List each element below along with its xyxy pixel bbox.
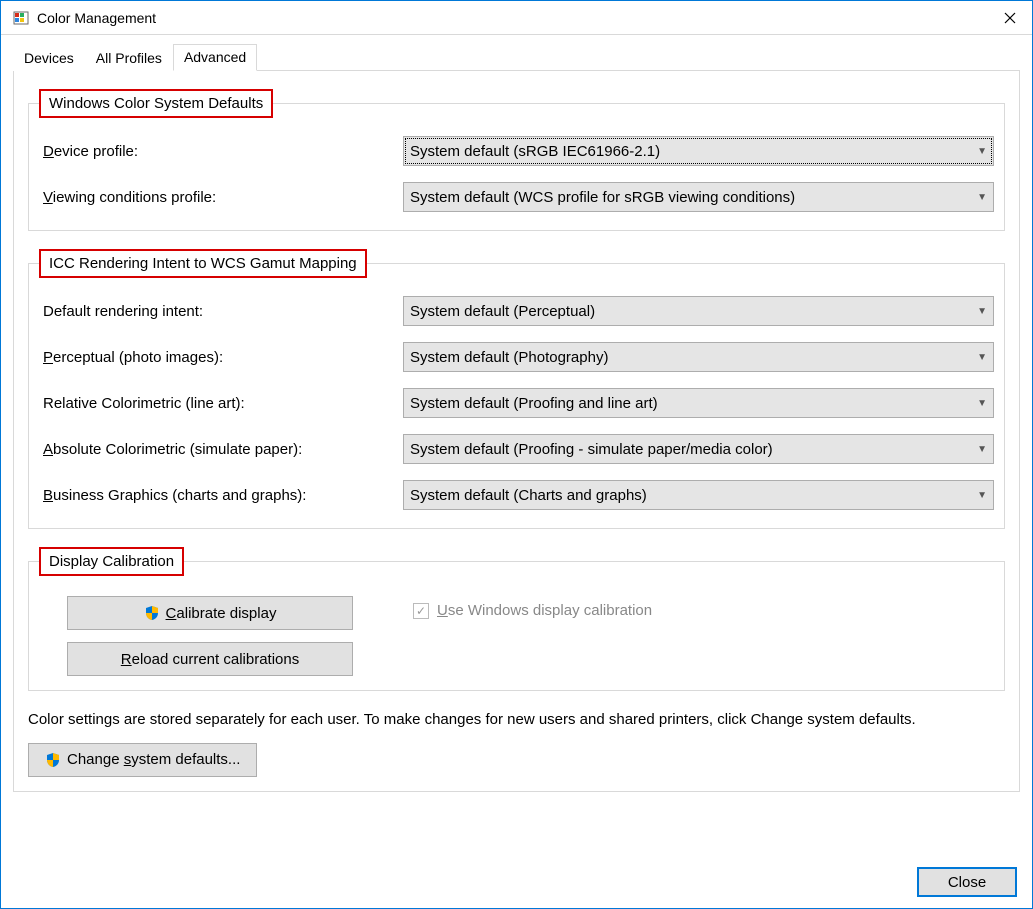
chevron-down-icon: ▼	[977, 146, 987, 157]
chevron-down-icon: ▼	[977, 490, 987, 501]
label-relative-colorimetric: Relative Colorimetric (line art):	[43, 395, 403, 412]
combo-business-graphics[interactable]: System default (Charts and graphs) ▼	[403, 480, 994, 510]
shield-icon	[45, 752, 61, 768]
legend-display-calibration: Display Calibration	[39, 547, 184, 576]
dialog-button-bar: Close	[917, 867, 1017, 897]
reload-calibrations-button[interactable]: Reload current calibrations	[67, 642, 353, 676]
shield-icon	[144, 605, 160, 621]
use-windows-calibration-checkbox: ✓ Use Windows display calibration	[413, 602, 652, 619]
combo-default-intent[interactable]: System default (Perceptual) ▼	[403, 296, 994, 326]
chevron-down-icon: ▼	[977, 192, 987, 203]
group-icc-mapping: ICC Rendering Intent to WCS Gamut Mappin…	[28, 249, 1005, 529]
close-button[interactable]: Close	[917, 867, 1017, 897]
tab-all-profiles[interactable]: All Profiles	[85, 45, 173, 71]
app-icon	[13, 10, 29, 26]
footer-help-text: Color settings are stored separately for…	[28, 709, 1005, 731]
tab-devices[interactable]: Devices	[13, 45, 85, 71]
combo-device-profile[interactable]: System default (sRGB IEC61966-2.1) ▼	[403, 136, 994, 166]
chevron-down-icon: ▼	[977, 352, 987, 363]
legend-icc-mapping: ICC Rendering Intent to WCS Gamut Mappin…	[39, 249, 367, 278]
label-business-graphics: Business Graphics (charts and graphs):	[43, 487, 403, 504]
legend-wcs-defaults: Windows Color System Defaults	[39, 89, 273, 118]
change-system-defaults-button[interactable]: Change system defaults...	[28, 743, 257, 777]
combo-viewing-conditions[interactable]: System default (WCS profile for sRGB vie…	[403, 182, 994, 212]
group-wcs-defaults: Windows Color System Defaults Device pro…	[28, 89, 1005, 231]
combo-relative-colorimetric[interactable]: System default (Proofing and line art) ▼	[403, 388, 994, 418]
titlebar: Color Management	[1, 1, 1032, 35]
label-device-profile: Device profile:	[43, 143, 403, 160]
tab-row: Devices All Profiles Advanced	[13, 43, 1020, 71]
content-area: Devices All Profiles Advanced Windows Co…	[1, 35, 1032, 804]
combo-perceptual[interactable]: System default (Photography) ▼	[403, 342, 994, 372]
chevron-down-icon: ▼	[977, 444, 987, 455]
combo-absolute-colorimetric[interactable]: System default (Proofing - simulate pape…	[403, 434, 994, 464]
tab-advanced[interactable]: Advanced	[173, 44, 257, 71]
label-default-intent: Default rendering intent:	[43, 303, 403, 320]
tab-panel-advanced: Windows Color System Defaults Device pro…	[13, 71, 1020, 792]
checkbox-icon: ✓	[413, 603, 429, 619]
calibrate-display-button[interactable]: Calibrate display	[67, 596, 353, 630]
window-close-button[interactable]	[987, 1, 1032, 34]
chevron-down-icon: ▼	[977, 398, 987, 409]
group-display-calibration: Display Calibration Calibrate display	[28, 547, 1005, 691]
close-icon	[1004, 12, 1016, 24]
label-viewing-conditions: Viewing conditions profile:	[43, 189, 403, 206]
chevron-down-icon: ▼	[977, 306, 987, 317]
label-absolute-colorimetric: Absolute Colorimetric (simulate paper):	[43, 441, 403, 458]
label-perceptual: Perceptual (photo images):	[43, 349, 403, 366]
window-title: Color Management	[37, 10, 987, 26]
